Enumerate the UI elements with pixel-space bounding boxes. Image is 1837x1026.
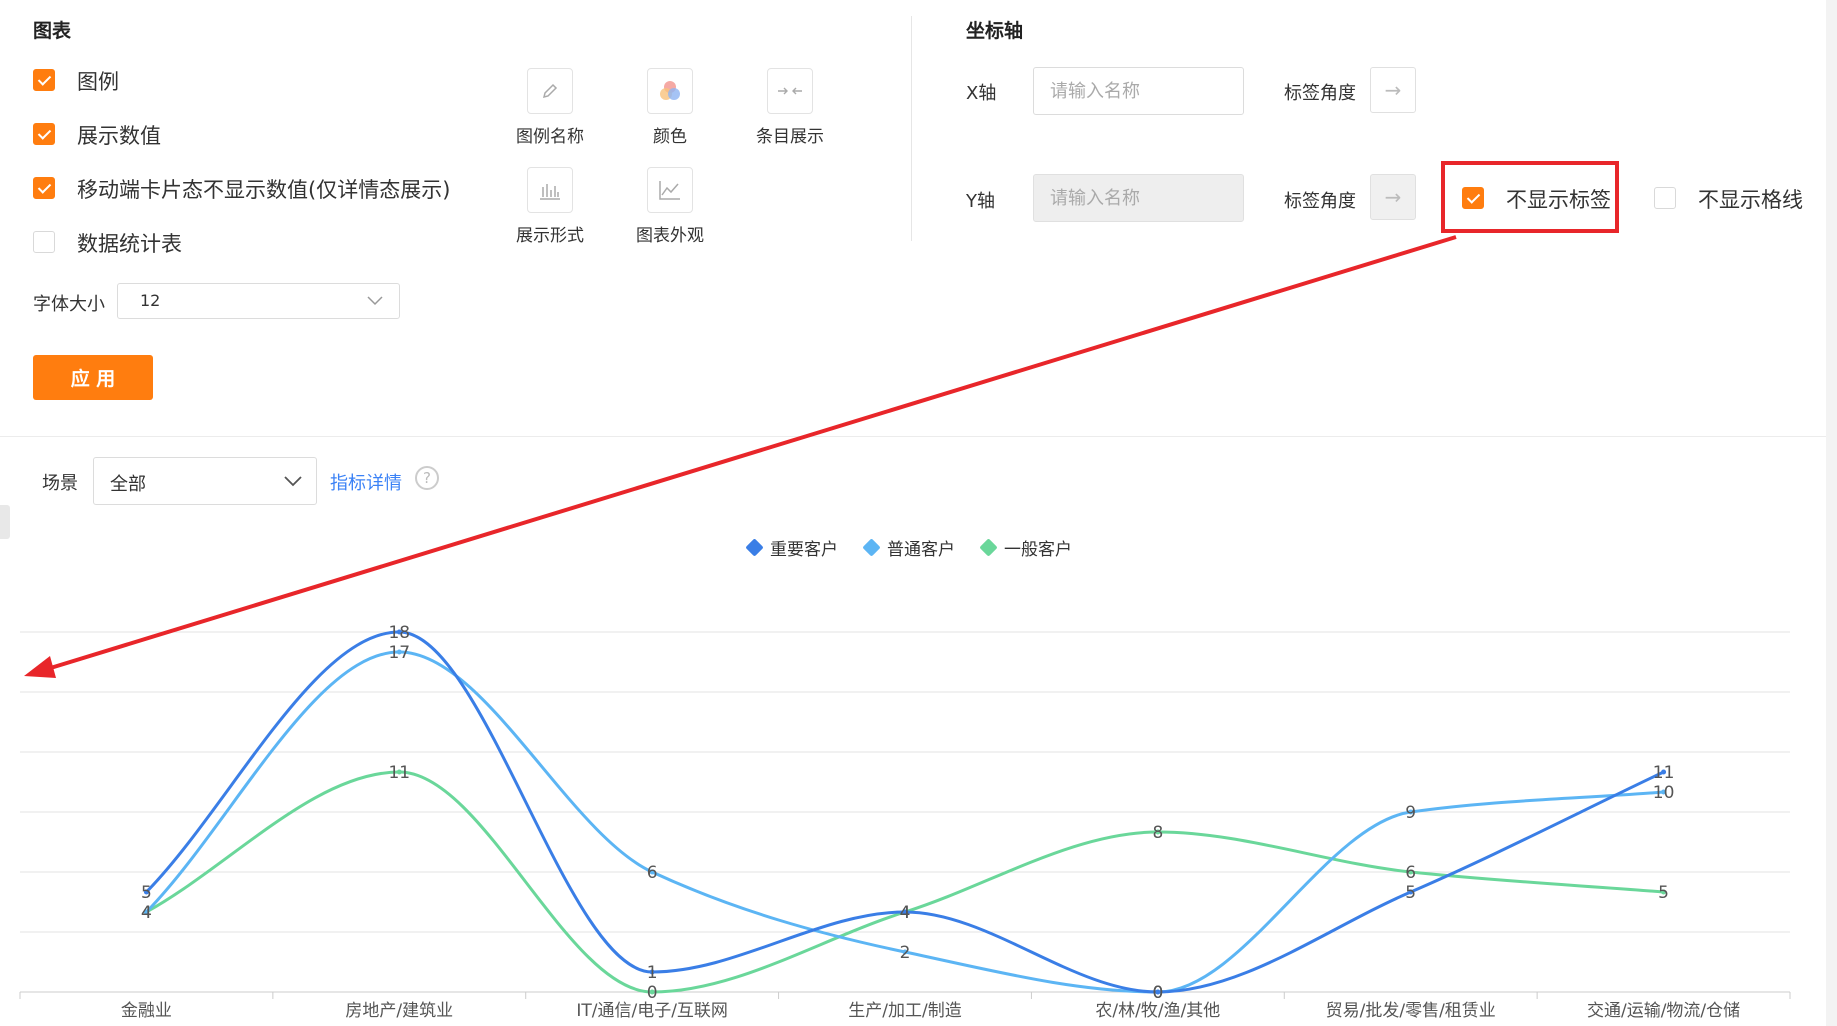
data-label: 5: [1658, 883, 1669, 903]
x-tick-label: 贸易/批发/零售/租赁业: [1326, 1001, 1496, 1021]
series-line: [145, 650, 1664, 994]
data-label: 10: [1653, 783, 1675, 803]
data-label: 5: [141, 883, 152, 903]
x-tick-label: IT/通信/电子/互联网: [576, 1001, 728, 1021]
data-label: 2: [900, 943, 911, 963]
x-tick-label: 生产/加工/制造: [848, 1001, 961, 1021]
x-tick-label: 金融业: [121, 1001, 172, 1021]
data-label: 11: [1653, 763, 1675, 783]
data-label: 18: [388, 623, 410, 643]
data-label: 5: [1405, 883, 1416, 903]
data-label: 6: [647, 863, 658, 883]
data-label: 6: [1405, 863, 1416, 883]
data-label: 1: [647, 963, 658, 983]
data-label: 11: [388, 763, 410, 783]
data-label: 8: [1152, 823, 1163, 843]
x-tick-label: 房地产/建筑业: [345, 1001, 453, 1021]
x-tick-label: 交通/运输/物流/仓储: [1587, 1001, 1740, 1021]
data-label: 17: [388, 643, 410, 663]
data-label: 4: [141, 903, 152, 923]
data-label: 4: [900, 903, 911, 923]
x-tick-label: 农/林/牧/渔/其他: [1095, 1001, 1220, 1021]
data-label: 0: [647, 983, 658, 1003]
data-label: 9: [1405, 803, 1416, 823]
data-label: 0: [1152, 983, 1163, 1003]
line-chart: 金融业 房地产/建筑业 IT/通信/电子/互联网 生产/加工/制造 农/林/牧/渔/其他…: [19, 623, 1791, 1021]
